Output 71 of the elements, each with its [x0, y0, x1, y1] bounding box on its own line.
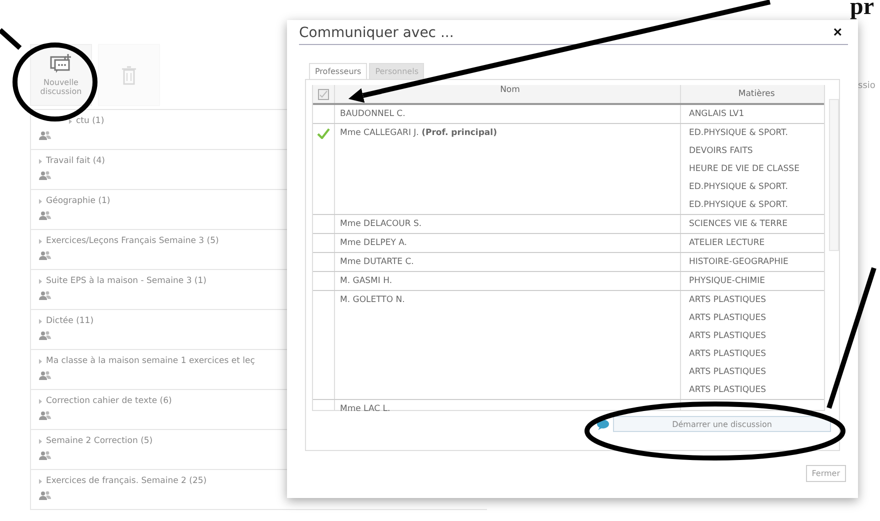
teacher-name: M. GOLETTO N.	[335, 291, 681, 399]
teacher-name: BAUDONNEL C.	[335, 105, 681, 123]
chevron-icon	[39, 238, 42, 244]
subject-text: ARTS PLASTIQUES	[689, 330, 768, 343]
discussion-title: Géographie (1)	[46, 196, 110, 206]
discussion-title: Exercices/Leçons Français Semaine 3 (5)	[46, 236, 219, 246]
people-icon	[39, 251, 51, 260]
people-icon	[39, 171, 51, 180]
subject-text: HISTOIRE-GEOGRAPHIE	[689, 256, 790, 269]
discussion-title: Ma classe à la maison semaine 1 exercices et leç	[46, 356, 255, 366]
subject-text: ARTS PLASTIQUES	[689, 384, 768, 397]
subject-text: ATELIER LECTURE	[689, 237, 766, 250]
dialog-tab[interactable]: Personnels	[369, 63, 424, 79]
subject-text: ARTS PLASTIQUES	[689, 366, 768, 379]
people-icon	[39, 291, 51, 300]
side-text: ssio	[858, 81, 876, 91]
people-icon	[39, 491, 51, 500]
subject-text: DEVOIRS FAITS	[689, 145, 754, 158]
subject-text: ANGLAIS LV1	[689, 108, 746, 121]
chevron-icon	[39, 438, 42, 444]
people-icon	[39, 331, 51, 340]
close-dialog-button[interactable]: Fermer	[806, 465, 846, 482]
discussion-title: Exercices de français. Semaine 2 (25)	[46, 476, 207, 486]
column-header: Nom	[335, 85, 681, 103]
dialog-title: Communiquer avec ...	[299, 24, 454, 40]
chevron-icon	[39, 398, 42, 404]
teacher-name: Mme CALLEGARI J. (Prof. principal)	[335, 124, 681, 214]
dialog-tab[interactable]: Professeurs	[309, 63, 368, 79]
annotation-text: pr	[850, 0, 874, 21]
subject-text: HEURE DE VIE DE CLASSE	[689, 163, 800, 176]
close-button[interactable]: ×	[827, 24, 848, 41]
people-icon	[39, 131, 51, 140]
leader-line	[0, 28, 22, 50]
discussion-title: Suite EPS à la maison - Semaine 3 (1)	[46, 276, 206, 286]
subject-text: SCIENCES VIE & TERRE	[689, 218, 788, 231]
subject-text: ED.PHYSIQUE & SPORT.	[689, 181, 789, 194]
trash-icon	[122, 66, 136, 84]
people-icon	[39, 451, 51, 460]
checkmark-icon	[317, 128, 330, 139]
teacher-name: Mme DELPEY A.	[335, 234, 681, 252]
new-discussion-button[interactable]: Nouvelle discussion	[30, 44, 92, 106]
chat-icon	[597, 418, 609, 430]
discussion-title: Semaine 2 Correction (5)	[46, 436, 153, 446]
people-icon	[39, 371, 51, 380]
teacher-name: Mme DUTARTE C.	[335, 253, 681, 271]
subject-text: ED.PHYSIQUE & SPORT.	[689, 199, 789, 212]
subject-text: ARTS PLASTIQUES	[689, 348, 768, 361]
chevron-icon	[39, 198, 42, 204]
start-discussion-button[interactable]: Démarrer une discussion	[613, 416, 831, 432]
people-icon	[39, 411, 51, 420]
checkbox-icon[interactable]	[318, 89, 329, 100]
discussion-title: Travail fait (4)	[46, 156, 105, 166]
teacher-name: Mme DELACOUR S.	[335, 215, 681, 233]
chevron-icon	[69, 118, 72, 124]
subject-text: ED.PHYSIQUE & SPORT.	[689, 127, 789, 140]
chevron-icon	[39, 358, 42, 364]
subject-text: PHYSIQUE-CHIMIE	[689, 275, 766, 288]
discussion-title: Dictée (11)	[46, 316, 94, 326]
discussion-title: ctu (1)	[76, 116, 104, 126]
subject-text: ARTS PLASTIQUES	[689, 312, 768, 325]
discussion-title: Correction cahier de texte (6)	[46, 396, 172, 406]
people-icon	[39, 211, 51, 220]
scrollbar[interactable]	[829, 99, 839, 251]
column-header: Matières	[737, 89, 776, 99]
chat-add-icon	[50, 54, 72, 74]
chevron-icon	[39, 278, 42, 284]
subject-text: ARTS PLASTIQUES	[689, 294, 768, 307]
chevron-icon	[39, 478, 42, 484]
teacher-name: M. GASMI H.	[335, 272, 681, 290]
chevron-icon	[39, 318, 42, 324]
chevron-icon	[39, 158, 42, 164]
